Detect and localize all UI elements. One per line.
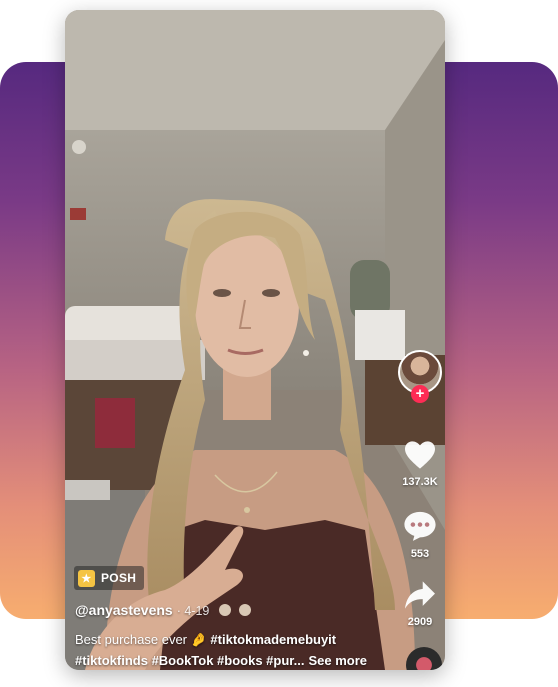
description-line-2: #tiktokfinds #BookTok #books #pur... See …: [75, 653, 367, 668]
description-line-1: Best purchase ever 🤌 #tiktokmademebuyit: [75, 632, 336, 648]
follow-button[interactable]: +: [411, 385, 429, 403]
description-text: Best purchase ever 🤌: [75, 632, 211, 647]
post-date: · 4-19: [176, 604, 210, 618]
share-count: 2909: [407, 616, 433, 628]
author-line: @anyastevens · 4-19: [75, 602, 209, 618]
creator-avatar-button[interactable]: +: [398, 350, 442, 410]
see-more-link[interactable]: See more: [308, 653, 367, 668]
like-button[interactable]: 137.3K: [395, 440, 445, 488]
comment-button[interactable]: 553: [395, 510, 445, 560]
author-handle[interactable]: @anyastevens: [75, 602, 173, 618]
share-button[interactable]: 2909: [395, 580, 445, 628]
comment-icon: [404, 511, 436, 541]
hashtags[interactable]: #tiktokfinds #BookTok #books #pur...: [75, 653, 304, 668]
shop-badge-label: POSH: [101, 571, 137, 585]
shop-badge[interactable]: ★ POSH: [74, 566, 145, 590]
heart-icon: [405, 441, 435, 469]
hashtag-link[interactable]: #tiktokmademebuyit: [210, 632, 336, 647]
video-card[interactable]: ★ POSH @anyastevens · 4-19 Best purchase …: [65, 10, 445, 670]
shop-bag-icon: ★: [78, 569, 95, 587]
share-icon: [405, 581, 435, 609]
comment-count: 553: [410, 548, 430, 560]
like-count: 137.3K: [402, 476, 438, 488]
